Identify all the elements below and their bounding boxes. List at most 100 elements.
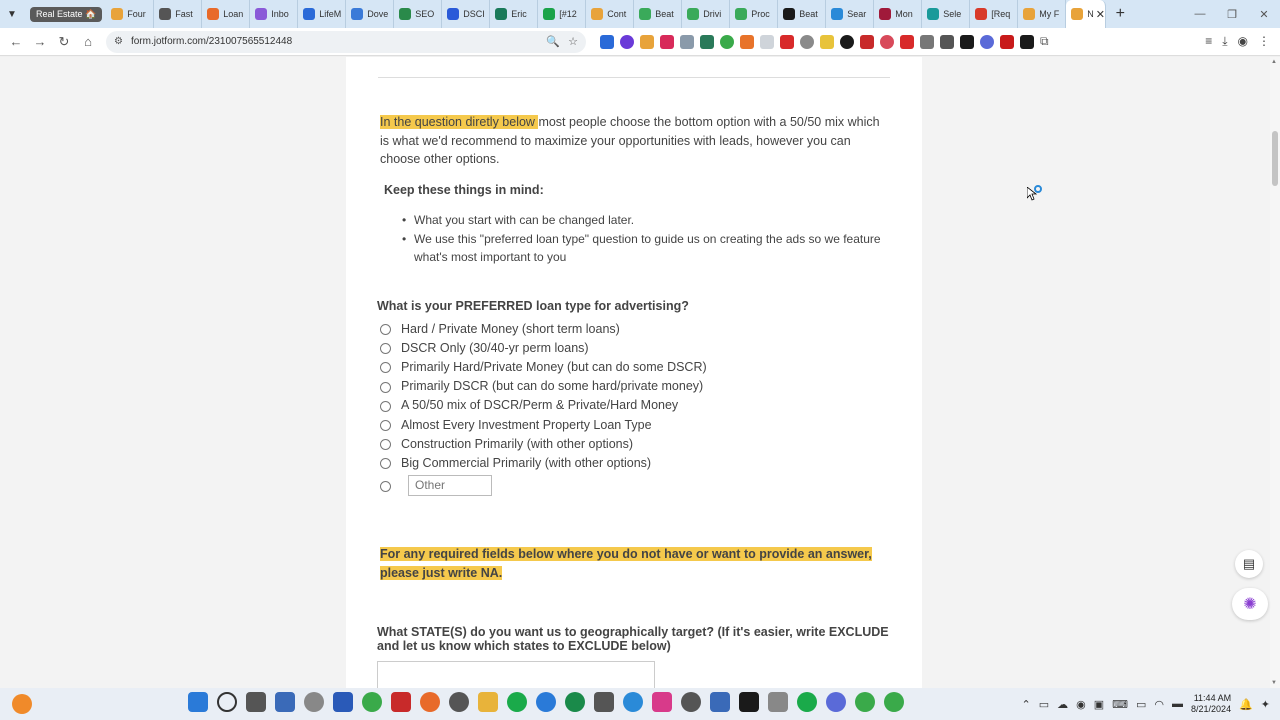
radio-button[interactable] bbox=[380, 458, 391, 470]
copilot-icon[interactable]: ✦ bbox=[1261, 698, 1270, 711]
page-scrollbar[interactable]: ▲ ▼ bbox=[1270, 57, 1280, 688]
extension-icon[interactable] bbox=[600, 34, 614, 49]
spotify-icon[interactable] bbox=[507, 692, 527, 712]
instagram-icon[interactable] bbox=[652, 692, 672, 712]
download-icon[interactable]: ⤓ bbox=[1222, 34, 1227, 49]
extension-icon[interactable] bbox=[880, 34, 894, 49]
extension-icon[interactable] bbox=[940, 34, 954, 49]
app-icon[interactable] bbox=[536, 692, 556, 712]
battery-icon[interactable]: ▬ bbox=[1172, 698, 1183, 710]
loan-type-option[interactable]: Big Commercial Primarily (with other opt… bbox=[380, 453, 707, 472]
tray-icon[interactable]: ▣ bbox=[1094, 698, 1104, 711]
extension-icon[interactable] bbox=[800, 34, 814, 49]
reading-list-icon[interactable]: ≡ bbox=[1205, 34, 1212, 49]
app-icon[interactable] bbox=[768, 692, 788, 712]
browser-tab[interactable]: Sear bbox=[826, 0, 875, 28]
app-icon[interactable] bbox=[826, 692, 846, 712]
reload-button[interactable]: ↻ bbox=[52, 34, 76, 50]
extension-icon[interactable] bbox=[900, 34, 914, 49]
browser-tab[interactable]: SEO bbox=[394, 0, 443, 28]
word-icon[interactable] bbox=[333, 692, 353, 712]
scroll-down-arrow[interactable]: ▼ bbox=[1271, 680, 1277, 686]
reading-mode-icon[interactable]: ▤ bbox=[1235, 550, 1263, 578]
browser-tab[interactable]: Proc bbox=[730, 0, 779, 28]
extension-icon[interactable] bbox=[960, 34, 974, 49]
browser-tab[interactable]: Cont bbox=[586, 0, 635, 28]
other-input[interactable] bbox=[408, 474, 492, 496]
extension-icon[interactable] bbox=[820, 34, 834, 49]
active-tab[interactable]: N ✕ bbox=[1066, 0, 1107, 28]
app-icon[interactable] bbox=[449, 692, 469, 712]
app-icon[interactable] bbox=[275, 692, 295, 712]
app-icon[interactable] bbox=[681, 692, 701, 712]
browser-tab[interactable]: [#12 bbox=[538, 0, 587, 28]
extension-icon[interactable] bbox=[660, 34, 674, 49]
radio-button[interactable] bbox=[380, 362, 391, 374]
extension-icon[interactable] bbox=[740, 34, 754, 49]
browser-tab[interactable]: DSCI bbox=[442, 0, 491, 28]
task-view-icon[interactable] bbox=[246, 692, 266, 712]
radio-button[interactable] bbox=[380, 420, 391, 432]
tray-icon[interactable]: ▭ bbox=[1136, 698, 1146, 711]
browser-tab[interactable]: Beat bbox=[778, 0, 827, 28]
widgets-icon[interactable] bbox=[12, 694, 32, 714]
loan-type-option[interactable]: Almost Every Investment Property Loan Ty… bbox=[380, 415, 707, 434]
file-explorer-icon[interactable] bbox=[478, 692, 498, 712]
tab-group-label[interactable]: Real Estate 🏠 bbox=[30, 6, 103, 22]
browser-tab[interactable]: Drivi bbox=[682, 0, 731, 28]
loan-type-option[interactable]: Primarily Hard/Private Money (but can do… bbox=[380, 357, 707, 376]
extension-icon[interactable] bbox=[1000, 34, 1014, 49]
zoom-icon[interactable]: 🔍 bbox=[546, 35, 560, 48]
address-bar[interactable]: ⚙ form.jotform.com/231007565512448 🔍 ☆ bbox=[106, 30, 586, 53]
extensions-puzzle-icon[interactable]: ⧉ bbox=[1040, 34, 1049, 49]
app-icon[interactable] bbox=[594, 692, 614, 712]
assistant-brain-icon[interactable]: ✺ bbox=[1232, 588, 1268, 620]
other-radio-button[interactable] bbox=[380, 480, 391, 492]
browser-tab[interactable]: Eric bbox=[490, 0, 539, 28]
scrollbar-thumb[interactable] bbox=[1272, 131, 1278, 186]
browser-tab[interactable]: Fast bbox=[154, 0, 203, 28]
extension-icon[interactable] bbox=[980, 34, 994, 49]
loan-type-option[interactable]: A 50/50 mix of DSCR/Perm & Private/Hard … bbox=[380, 396, 707, 415]
tray-icon[interactable]: ▭ bbox=[1039, 698, 1049, 711]
chrome-icon[interactable] bbox=[855, 692, 875, 712]
app-icon[interactable] bbox=[391, 692, 411, 712]
app-icon[interactable] bbox=[565, 692, 585, 712]
site-info-icon[interactable]: ⚙ bbox=[114, 36, 123, 47]
extension-icon[interactable] bbox=[640, 34, 654, 49]
browser-tab[interactable]: Beat bbox=[634, 0, 683, 28]
search-icon[interactable] bbox=[217, 692, 237, 712]
radio-button[interactable] bbox=[380, 343, 391, 355]
extension-icon[interactable] bbox=[760, 34, 774, 49]
notification-bell-icon[interactable]: 🔔 bbox=[1239, 698, 1253, 711]
extension-icon[interactable] bbox=[700, 34, 714, 49]
telegram-icon[interactable] bbox=[623, 692, 643, 712]
loan-type-option[interactable]: Primarily DSCR (but can do some hard/pri… bbox=[380, 377, 707, 396]
home-button[interactable]: ⌂ bbox=[76, 34, 100, 49]
loan-type-option[interactable]: DSCR Only (30/40-yr perm loans) bbox=[380, 338, 707, 357]
radio-button[interactable] bbox=[380, 400, 391, 412]
profile-avatar[interactable]: ◉ bbox=[1238, 34, 1248, 49]
browser-tab[interactable]: Inbo bbox=[250, 0, 299, 28]
keyboard-icon[interactable]: ⌨ bbox=[1112, 698, 1128, 711]
browser-tab[interactable]: Sele bbox=[922, 0, 971, 28]
tray-icon[interactable]: ◉ bbox=[1076, 698, 1086, 711]
app-icon[interactable] bbox=[710, 692, 730, 712]
chrome-icon[interactable] bbox=[362, 692, 382, 712]
browser-tab[interactable]: Mon bbox=[874, 0, 923, 28]
menu-icon[interactable]: ⋮ bbox=[1258, 34, 1270, 49]
target-states-input[interactable] bbox=[377, 661, 655, 688]
extension-icon[interactable] bbox=[1020, 34, 1034, 49]
extension-icon[interactable] bbox=[680, 34, 694, 49]
chrome-icon[interactable] bbox=[884, 692, 904, 712]
wifi-icon[interactable]: ◠ bbox=[1154, 698, 1164, 711]
extension-icon[interactable] bbox=[860, 34, 874, 49]
scroll-up-arrow[interactable]: ▲ bbox=[1271, 59, 1277, 65]
browser-tab[interactable]: Loan bbox=[202, 0, 251, 28]
app-icon[interactable] bbox=[304, 692, 324, 712]
new-tab-button[interactable]: + bbox=[1106, 5, 1134, 23]
tray-icon[interactable]: ☁ bbox=[1057, 698, 1068, 711]
browser-tab[interactable]: [Req bbox=[970, 0, 1019, 28]
browser-tab[interactable]: LifeM bbox=[298, 0, 347, 28]
bookmark-star-icon[interactable]: ☆ bbox=[568, 35, 578, 48]
